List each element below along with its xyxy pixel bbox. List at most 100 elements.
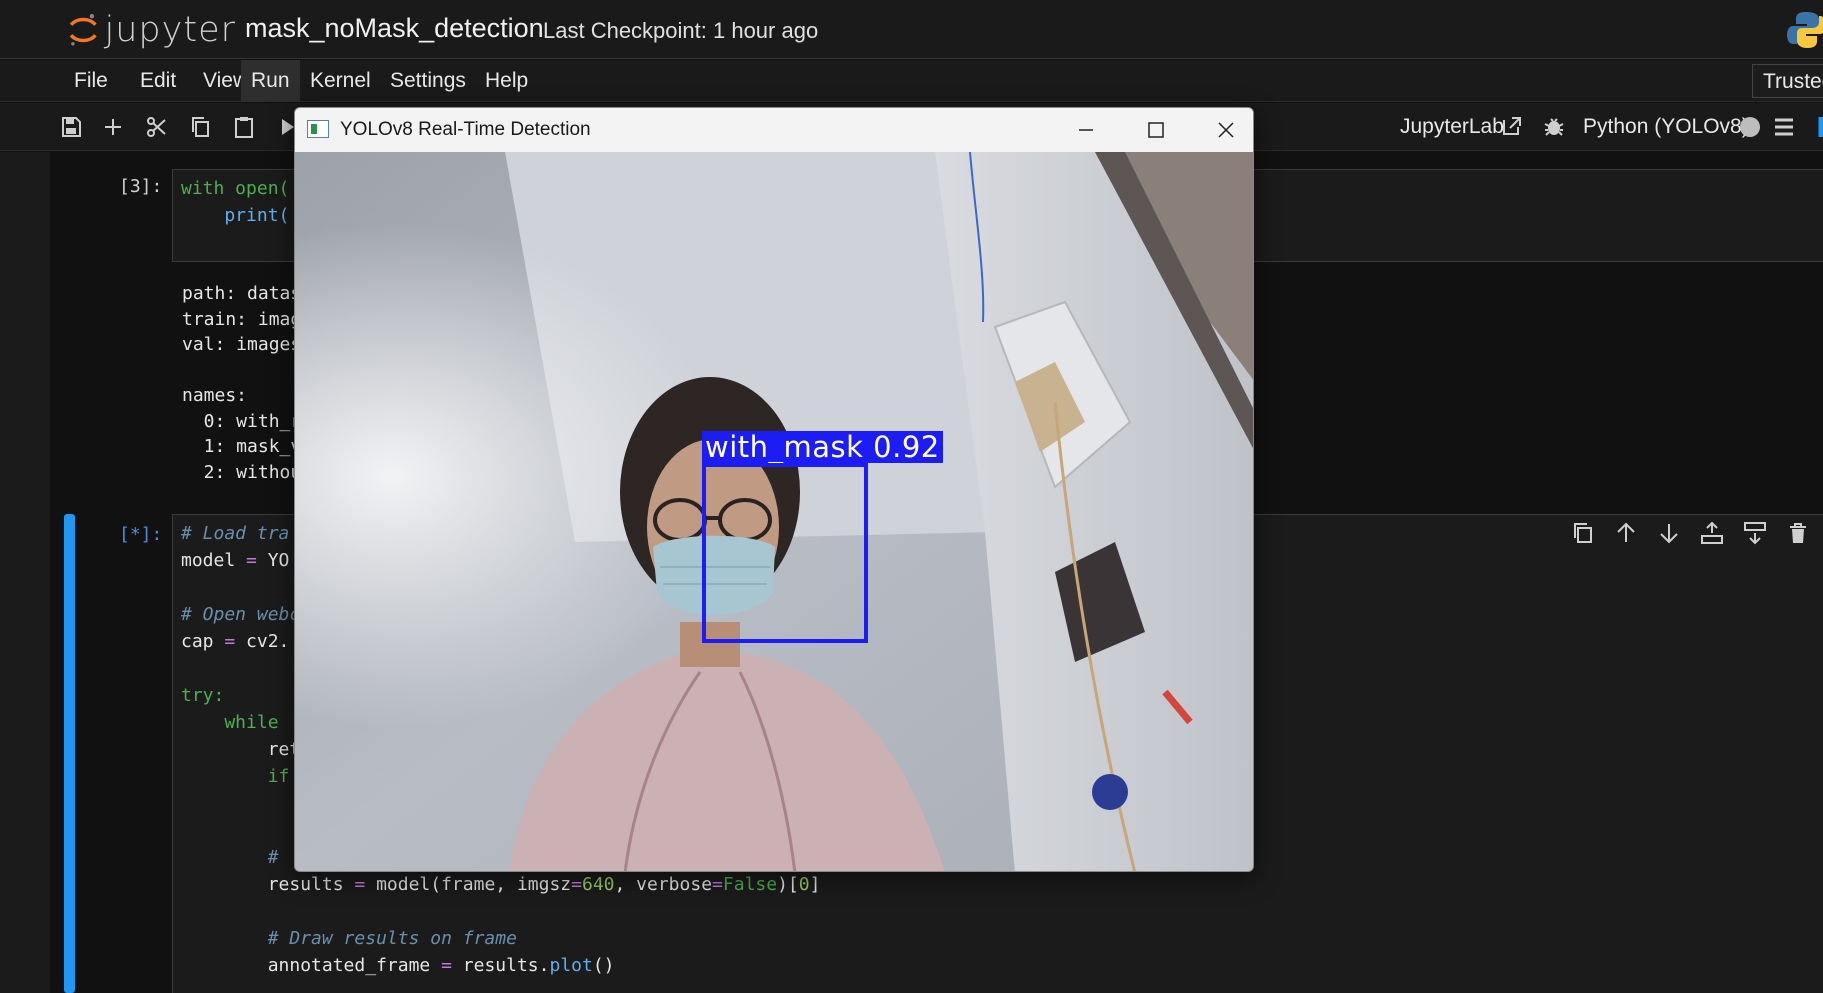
code-operator: = xyxy=(441,955,452,976)
code-line: # Open webc xyxy=(181,601,300,628)
save-icon[interactable] xyxy=(59,115,83,139)
code-line: with open( xyxy=(181,175,289,202)
sidebar-toggle-icon[interactable] xyxy=(1812,115,1823,139)
close-icon xyxy=(1218,122,1234,138)
code-operator: = xyxy=(712,874,723,895)
jupyter-logo[interactable]: jupyter xyxy=(66,8,236,52)
menu-edit[interactable]: Edit xyxy=(130,60,186,102)
code-text: print( xyxy=(181,205,290,226)
duplicate-cell-icon[interactable] xyxy=(1570,520,1596,546)
maximize-button[interactable] xyxy=(1121,108,1191,152)
minimize-icon xyxy=(1079,129,1093,131)
output-line: 1: mask_v xyxy=(182,436,302,457)
external-link-icon[interactable] xyxy=(1500,114,1524,138)
code-text: ret xyxy=(181,739,301,760)
output-line: train: imag xyxy=(182,309,302,330)
python-logo-icon xyxy=(1787,12,1823,48)
delete-cell-icon[interactable] xyxy=(1785,520,1811,546)
code-text: results. xyxy=(451,955,550,976)
code-text: while xyxy=(181,712,290,733)
menu-help[interactable]: Help xyxy=(475,60,538,102)
code-number: 640 xyxy=(581,874,615,895)
copy-icon[interactable] xyxy=(188,115,212,139)
code-line: # xyxy=(181,844,289,871)
code-text: () xyxy=(592,955,615,976)
insert-below-icon[interactable] xyxy=(1742,520,1768,546)
code-line: annotated_frame = results.plot() xyxy=(181,952,615,979)
code-text: # Load tra xyxy=(181,523,290,544)
menu-bar: File Edit View Run Kernel Settings Help … xyxy=(0,60,1823,102)
output-line: val: images xyxy=(182,334,302,355)
code-operator: = xyxy=(224,631,236,652)
code-text: # xyxy=(181,847,290,868)
code-text: with open( xyxy=(181,178,290,199)
window-title: YOLOv8 Real-Time Detection xyxy=(340,119,591,140)
menu-file[interactable]: File xyxy=(64,60,118,102)
jupyterlab-link[interactable]: JupyterLab xyxy=(1400,115,1504,139)
code-line: model = YO xyxy=(181,547,289,574)
logo-text: jupyter xyxy=(104,10,236,50)
code-operator: = xyxy=(246,550,257,571)
code-function: plot xyxy=(549,955,593,976)
code-text: YO xyxy=(256,550,290,571)
code-text: , verbose xyxy=(614,874,713,895)
code-line: print( xyxy=(181,202,289,229)
trusted-indicator[interactable]: Trusted xyxy=(1752,64,1823,98)
code-keyword: False xyxy=(722,874,778,895)
window-titlebar[interactable]: YOLOv8 Real-Time Detection xyxy=(295,108,1253,152)
close-button[interactable] xyxy=(1191,108,1253,152)
detection-label: with_mask 0.92 xyxy=(702,431,943,463)
menu-settings[interactable]: Settings xyxy=(380,60,476,102)
output-line: 0: with_r xyxy=(182,411,302,432)
code-line: while xyxy=(181,709,289,736)
left-gutter xyxy=(0,152,50,993)
code-line: if xyxy=(181,763,290,790)
code-text: model xyxy=(181,550,247,571)
cut-icon[interactable] xyxy=(145,115,169,139)
move-up-icon[interactable] xyxy=(1613,520,1639,546)
insert-above-icon[interactable] xyxy=(1699,520,1725,546)
cell-prompt-running: [*]: xyxy=(119,524,163,545)
move-down-icon[interactable] xyxy=(1656,520,1682,546)
code-text: # Open webc xyxy=(181,604,301,625)
code-operator: = xyxy=(571,874,582,895)
code-text: if xyxy=(181,766,290,787)
active-cell-indicator xyxy=(64,514,75,993)
code-text: # Draw results on frame xyxy=(181,928,517,949)
add-cell-icon[interactable] xyxy=(101,115,125,139)
code-text: annotated_frame xyxy=(181,955,442,976)
code-text: cv2. xyxy=(235,631,290,652)
output-line: names: xyxy=(182,385,248,406)
code-line: ret xyxy=(181,736,301,763)
kernel-status-icon xyxy=(1738,115,1762,139)
code-operator: = xyxy=(354,874,366,895)
checkpoint-status: Last Checkpoint: 1 hour ago xyxy=(543,18,819,43)
code-line: # Load tra xyxy=(181,520,289,547)
menu-run[interactable]: Run xyxy=(241,60,300,102)
maximize-icon xyxy=(1148,122,1164,138)
code-text: ] xyxy=(809,874,821,895)
jupyter-logo-icon xyxy=(69,14,97,46)
code-line: results = model(frame, imgsz=640, verbos… xyxy=(181,871,821,898)
top-bar: jupyter mask_noMask_detection Last Check… xyxy=(0,0,1823,59)
code-number: 0 xyxy=(798,874,810,895)
code-text: )[ xyxy=(777,874,799,895)
code-line: # Draw results on frame xyxy=(181,925,517,952)
menu-hamburger-icon[interactable] xyxy=(1772,115,1796,139)
debugger-bug-icon[interactable] xyxy=(1542,115,1566,139)
detection-window[interactable]: YOLOv8 Real-Time Detection with_mask 0.9… xyxy=(294,107,1254,872)
output-line: path: datas xyxy=(182,283,302,304)
kernel-name[interactable]: Python (YOLOv8) xyxy=(1583,115,1749,139)
output-line: 2: withou xyxy=(182,462,302,483)
app-window-icon xyxy=(307,120,329,138)
code-line: cap = cv2. xyxy=(181,628,289,655)
code-line: try: xyxy=(181,682,224,709)
minimize-button[interactable] xyxy=(1051,108,1121,152)
cell-prompt: [3]: xyxy=(119,176,163,197)
paste-icon[interactable] xyxy=(232,115,256,139)
code-text: results xyxy=(181,874,355,895)
notebook-title[interactable]: mask_noMask_detection xyxy=(245,13,544,44)
detection-bounding-box xyxy=(702,463,868,643)
menu-kernel[interactable]: Kernel xyxy=(300,60,381,102)
code-text: try: xyxy=(181,685,225,706)
